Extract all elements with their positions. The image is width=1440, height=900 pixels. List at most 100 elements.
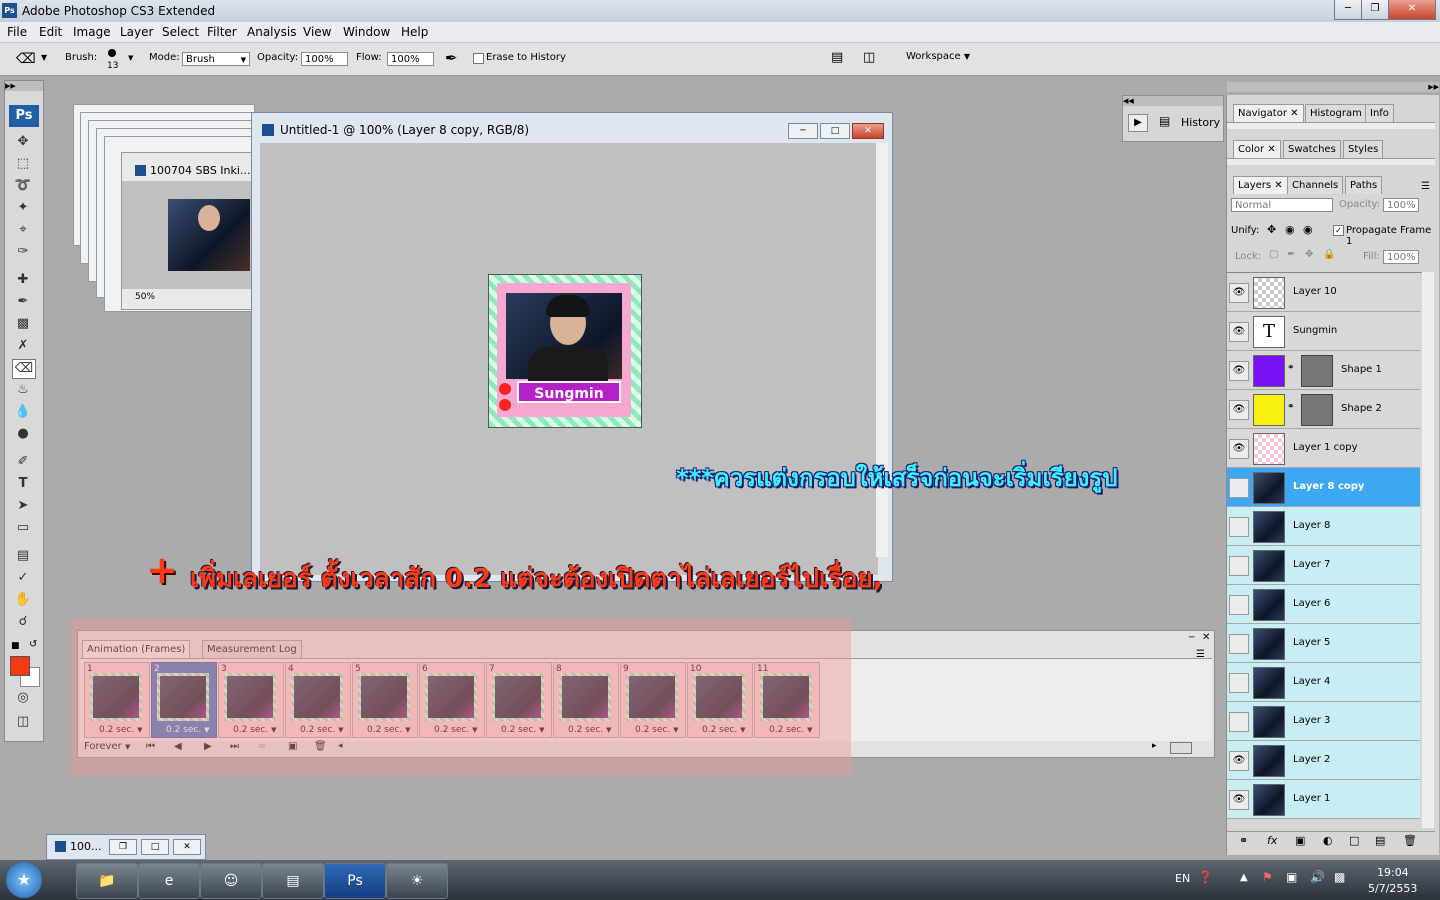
scroll-right-icon[interactable]: ▸	[1152, 741, 1157, 751]
frame-delay[interactable]: 0.2 sec. ▼	[702, 725, 745, 735]
tab-animation-frames[interactable]: Animation (Frames)	[82, 640, 191, 658]
airbrush-icon[interactable]: ✒	[445, 49, 458, 67]
preset-dropdown-icon[interactable]: ▼	[41, 53, 47, 62]
layer-thumbnail[interactable]	[1253, 667, 1285, 699]
minimized-document[interactable]: 100... ❐ □ ✕	[46, 834, 206, 860]
layer-style-icon[interactable]: fx	[1267, 834, 1277, 847]
layer-thumbnail[interactable]	[1253, 589, 1285, 621]
menu-help[interactable]: Help	[401, 25, 428, 39]
animation-frame[interactable]: 8 0.2 sec. ▼	[553, 662, 619, 738]
layer-thumbnail[interactable]	[1253, 784, 1285, 816]
layer-row[interactable]: 👁 T Sungmin	[1227, 312, 1420, 351]
layers-panel-menu-icon[interactable]: ☰	[1421, 181, 1430, 192]
layer-thumbnail[interactable]: T	[1253, 316, 1285, 348]
layer-thumbnail[interactable]	[1253, 628, 1285, 660]
palette-well-icon[interactable]: ▤	[831, 50, 843, 65]
scroll-left-icon[interactable]: ◂	[338, 741, 343, 751]
link-layers-icon[interactable]: ⚭	[1239, 834, 1248, 847]
path-selection-icon[interactable]: ➤	[12, 497, 34, 515]
menu-select[interactable]: Select	[162, 25, 199, 39]
eyedropper-tool-icon[interactable]: ✓	[12, 569, 34, 587]
close-doc-button[interactable]: ✕	[173, 839, 201, 855]
pen-tool-icon[interactable]: ✐	[12, 453, 34, 471]
layer-visibility-toggle[interactable]: 👁	[1229, 283, 1249, 303]
layer-visibility-toggle[interactable]: 👁	[1229, 361, 1249, 381]
shape-tool-icon[interactable]: ▭	[12, 519, 34, 537]
frame-delay[interactable]: 0.2 sec. ▼	[769, 725, 812, 735]
foreground-color-swatch[interactable]	[10, 656, 30, 676]
delete-layer-icon[interactable]: 🗑	[1403, 834, 1417, 847]
healing-brush-icon[interactable]: ✚	[12, 271, 34, 289]
ps-logo[interactable]: Ps	[9, 105, 39, 127]
move-tool-icon[interactable]: ✥	[12, 133, 34, 151]
layer-row[interactable]: 👁 ⚭ Shape 1	[1227, 351, 1420, 390]
layer-thumbnail[interactable]	[1253, 550, 1285, 582]
brush-dropdown-icon[interactable]: ▼	[128, 54, 133, 62]
restore-button[interactable]: ❐	[1361, 0, 1389, 20]
frame-delay[interactable]: 0.2 sec. ▼	[166, 725, 209, 735]
tab-color[interactable]: Color ✕	[1233, 140, 1281, 158]
screen-mode-icon[interactable]: ◫	[12, 713, 34, 731]
menu-file[interactable]: File	[7, 25, 27, 39]
zoom-tool-icon[interactable]: ☌	[12, 613, 34, 631]
doc-window-back[interactable]: 100704 SBS Inki... 50%	[121, 152, 257, 310]
brush-dot-icon[interactable]	[108, 49, 116, 57]
layer-row[interactable]: 👁 Layer 10	[1227, 273, 1420, 312]
frame-delay[interactable]: 0.2 sec. ▼	[501, 725, 544, 735]
animation-frame[interactable]: 2 0.2 sec. ▼	[151, 662, 217, 738]
animation-frame[interactable]: 10 0.2 sec. ▼	[687, 662, 753, 738]
layer-row[interactable]: Layer 5	[1227, 624, 1420, 663]
explorer-taskbar-icon[interactable]: 📁	[76, 863, 138, 899]
restore-doc-button[interactable]: ❐	[109, 839, 137, 855]
layer-visibility-toggle[interactable]: 👁	[1229, 439, 1249, 459]
layer-thumbnail[interactable]	[1253, 433, 1285, 465]
blend-mode-select[interactable]: Normal	[1231, 198, 1333, 212]
tab-channels[interactable]: Channels	[1287, 176, 1344, 194]
panel-minimize-icon[interactable]: ─	[1189, 633, 1194, 643]
clock-date[interactable]: 5/7/2553	[1368, 882, 1417, 895]
dodge-tool-icon[interactable]: ●	[12, 425, 34, 443]
layer-row[interactable]: Layer 8 copy	[1227, 468, 1420, 507]
device-taskbar-icon[interactable]: ▤	[262, 863, 324, 899]
lock-transparency-icon[interactable]: ▢	[1269, 249, 1278, 260]
layer-visibility-toggle[interactable]	[1229, 634, 1249, 654]
timeline-mode-icon[interactable]	[1170, 742, 1192, 754]
fill-input[interactable]: 100%	[1383, 250, 1419, 264]
slice-tool-icon[interactable]: ✑	[12, 243, 34, 261]
marquee-tool-icon[interactable]: ⬚	[12, 155, 34, 173]
tab-histogram[interactable]: Histogram	[1305, 104, 1367, 122]
eraser-tool-icon[interactable]: ⌫	[12, 359, 36, 379]
layer-row[interactable]: Layer 6	[1227, 585, 1420, 624]
frame-delay[interactable]: 0.2 sec. ▼	[99, 725, 142, 735]
layer-visibility-toggle[interactable]	[1229, 673, 1249, 693]
animation-frame[interactable]: 5 0.2 sec. ▼	[352, 662, 418, 738]
layer-row[interactable]: 👁 ⚭ Shape 2	[1227, 390, 1420, 429]
flow-input[interactable]: 100%	[387, 52, 434, 66]
vector-mask-thumbnail[interactable]	[1301, 355, 1333, 387]
layer-visibility-toggle[interactable]: 👁	[1229, 751, 1249, 771]
animation-frame[interactable]: 7 0.2 sec. ▼	[486, 662, 552, 738]
panel-close-icon[interactable]: ✕	[1202, 632, 1210, 643]
layer-visibility-toggle[interactable]: 👁	[1229, 322, 1249, 342]
maximize-doc-button[interactable]: □	[141, 839, 169, 855]
language-indicator[interactable]: EN	[1175, 872, 1190, 885]
tab-paths[interactable]: Paths	[1345, 176, 1383, 194]
app-taskbar-icon[interactable]: ☀	[386, 863, 448, 899]
delete-frame-icon[interactable]: 🗑	[314, 741, 327, 752]
layer-row[interactable]: Layer 4	[1227, 663, 1420, 702]
tray-expand-icon[interactable]: ▲	[1240, 872, 1248, 883]
tab-styles[interactable]: Styles	[1343, 140, 1384, 158]
duplicate-frame-icon[interactable]: ▣	[288, 741, 297, 752]
unify-position-icon[interactable]: ✥	[1267, 223, 1276, 236]
doc-maximize-button[interactable]: □	[820, 123, 850, 139]
tab-measurement-log[interactable]: Measurement Log	[202, 640, 302, 658]
menu-image[interactable]: Image	[73, 25, 111, 39]
frame-delay[interactable]: 0.2 sec. ▼	[300, 725, 343, 735]
layer-row[interactable]: Layer 8	[1227, 507, 1420, 546]
clock-time[interactable]: 19:04	[1377, 866, 1409, 879]
photoshop-taskbar-icon[interactable]: Ps	[324, 863, 386, 899]
hand-tool-icon[interactable]: ✋	[12, 591, 34, 609]
adjustment-layer-icon[interactable]: ◐	[1323, 834, 1333, 847]
dock-grip[interactable]: ▶▶	[1227, 82, 1439, 92]
actions-icon[interactable]: ▶	[1128, 114, 1148, 132]
